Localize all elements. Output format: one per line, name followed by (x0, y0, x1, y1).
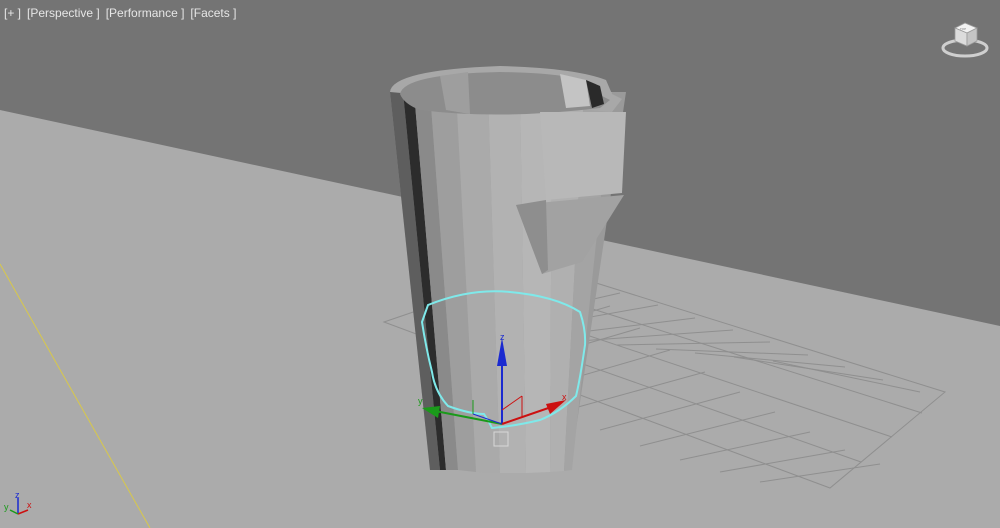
viewport-label-bar: [+ ] [Perspective ] [Performance ] [Facets … (4, 6, 242, 20)
tripod-y-label: y (4, 502, 9, 512)
world-axis-tripod: z x y (4, 490, 32, 515)
viewport-shading-menu[interactable]: [Facets ] (190, 6, 236, 20)
viewcube-label: TOP (960, 27, 966, 31)
tripod-x-label: x (27, 500, 32, 510)
gizmo-y-label: y (418, 396, 423, 406)
perspective-viewport[interactable]: z x y [+ ] [Perspective ] [Performance ] [F… (0, 0, 1000, 528)
viewport-quality-menu[interactable]: [Performance ] (106, 6, 185, 20)
viewcube[interactable]: TOP (940, 18, 990, 60)
viewport-plus-menu[interactable]: [+ ] (4, 6, 21, 20)
scene-canvas[interactable]: z x y (0, 0, 1000, 528)
gizmo-z-label: z (500, 332, 505, 342)
gizmo-x-label: x (562, 392, 567, 402)
tripod-z-label: z (15, 490, 20, 500)
viewport-view-menu[interactable]: [Perspective ] (27, 6, 100, 20)
